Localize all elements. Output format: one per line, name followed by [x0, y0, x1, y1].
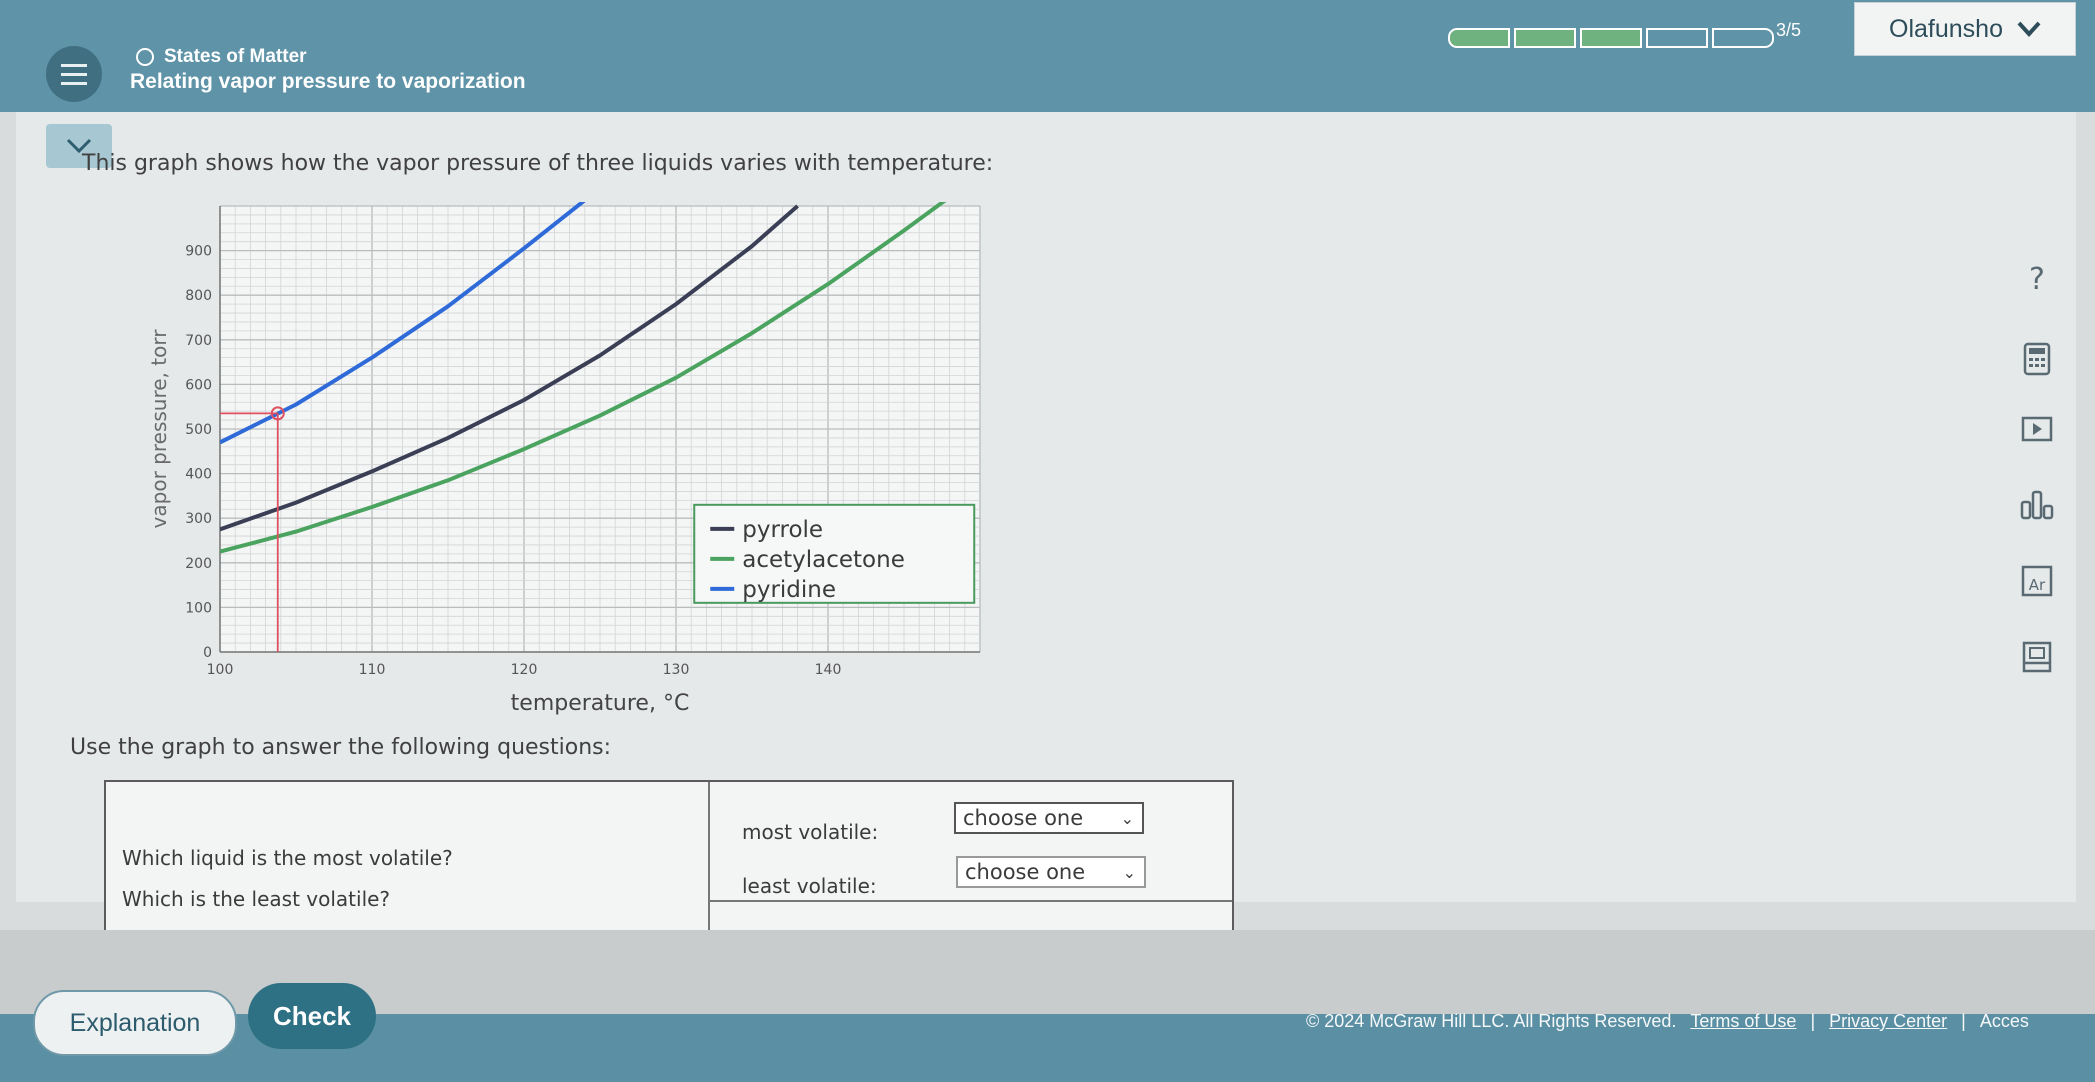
separator: |	[1961, 1011, 1966, 1031]
x-tick-label: 140	[815, 662, 842, 678]
menu-icon[interactable]	[46, 46, 102, 102]
vapor-pressure-chart: 0100200300400500600700800900100 110 120 130…	[147, 202, 981, 716]
y-tick-label: 600	[185, 377, 212, 393]
y-tick-label: 500	[185, 422, 212, 438]
least-volatile-select[interactable]: choose one ⌄	[956, 856, 1146, 888]
x-tick-label: 100	[207, 662, 234, 678]
y-tick-label: 100	[185, 600, 212, 616]
progress-segment	[1646, 28, 1708, 48]
video-icon[interactable]	[2018, 410, 2056, 448]
progress-text: 3/5	[1776, 20, 1802, 40]
lesson-title: Relating vapor pressure to vaporization	[130, 70, 526, 93]
progress-segment	[1580, 28, 1642, 48]
reference-icon[interactable]	[2018, 638, 2056, 676]
header-bar: States of Matter Relating vapor pressure…	[0, 0, 2095, 112]
topic-text: States of Matter	[164, 46, 307, 67]
y-tick-label: 700	[185, 333, 212, 349]
table-divider	[708, 900, 1232, 902]
check-button[interactable]: Check	[248, 983, 376, 1049]
most-volatile-value: choose one	[963, 806, 1084, 830]
progress-segment	[1448, 28, 1510, 48]
data-icon[interactable]	[2018, 486, 2056, 524]
y-tick-label: 0	[203, 645, 212, 661]
least-volatile-label: least volatile:	[742, 874, 877, 898]
chevron-down-icon: ⌄	[1122, 863, 1136, 882]
x-tick-label: 110	[359, 662, 386, 678]
most-volatile-select[interactable]: choose one ⌄	[954, 802, 1144, 834]
legend-label-pyridine: pyridine	[742, 577, 836, 603]
question-most-volatile: Which liquid is the most volatile?	[122, 846, 453, 870]
topic-label: States of Matter	[136, 46, 307, 68]
privacy-link[interactable]: Privacy Center	[1829, 1011, 1947, 1032]
terms-link[interactable]: Terms of Use	[1690, 1011, 1796, 1032]
question-least-volatile: Which is the least volatile?	[122, 887, 391, 911]
legal-links: © 2024 McGraw Hill LLC. All Rights Reser…	[1306, 1011, 2029, 1032]
explanation-button[interactable]: Explanation	[33, 990, 237, 1056]
least-volatile-value: choose one	[965, 860, 1086, 884]
x-tick-label: 130	[663, 662, 690, 678]
user-menu-button[interactable]: Olafunsho	[1854, 2, 2076, 56]
chevron-down-icon: ⌄	[1120, 809, 1134, 828]
copyright-text: © 2024 McGraw Hill LLC. All Rights Reser…	[1306, 1011, 1677, 1031]
topic-circle-icon	[136, 48, 154, 66]
x-axis-label: temperature, °C	[511, 691, 690, 716]
questions-intro: Use the graph to answer the following qu…	[70, 735, 612, 760]
separator: |	[1810, 1011, 1816, 1031]
y-tick-label: 400	[185, 467, 212, 483]
y-axis-label: vapor pressure, torr	[147, 329, 171, 529]
legend-label-pyrrole: pyrrole	[742, 517, 823, 543]
y-tick-label: 300	[185, 511, 212, 527]
help-icon[interactable]: ?	[2018, 260, 2056, 298]
progress-segment	[1712, 28, 1774, 48]
legend-label-acetylacetone: acetylacetone	[742, 547, 905, 573]
chevron-down-icon	[2017, 21, 2041, 37]
progress-bar	[1448, 28, 1774, 48]
periodic-table-symbol: Ar	[2029, 576, 2046, 594]
x-tick-label: 120	[511, 662, 538, 678]
periodic-table-icon[interactable]: Ar	[2018, 562, 2056, 600]
intro-text: This graph shows how the vapor pressure …	[82, 151, 994, 176]
y-tick-label: 200	[185, 556, 212, 572]
user-name: Olafunsho	[1889, 14, 2003, 43]
most-volatile-label: most volatile:	[742, 820, 879, 844]
y-tick-label: 800	[185, 288, 212, 304]
y-tick-label: 900	[185, 244, 212, 260]
accessibility-link[interactable]: Acces	[1980, 1011, 2029, 1032]
calculator-icon[interactable]	[2018, 340, 2056, 378]
progress-segment	[1514, 28, 1576, 48]
